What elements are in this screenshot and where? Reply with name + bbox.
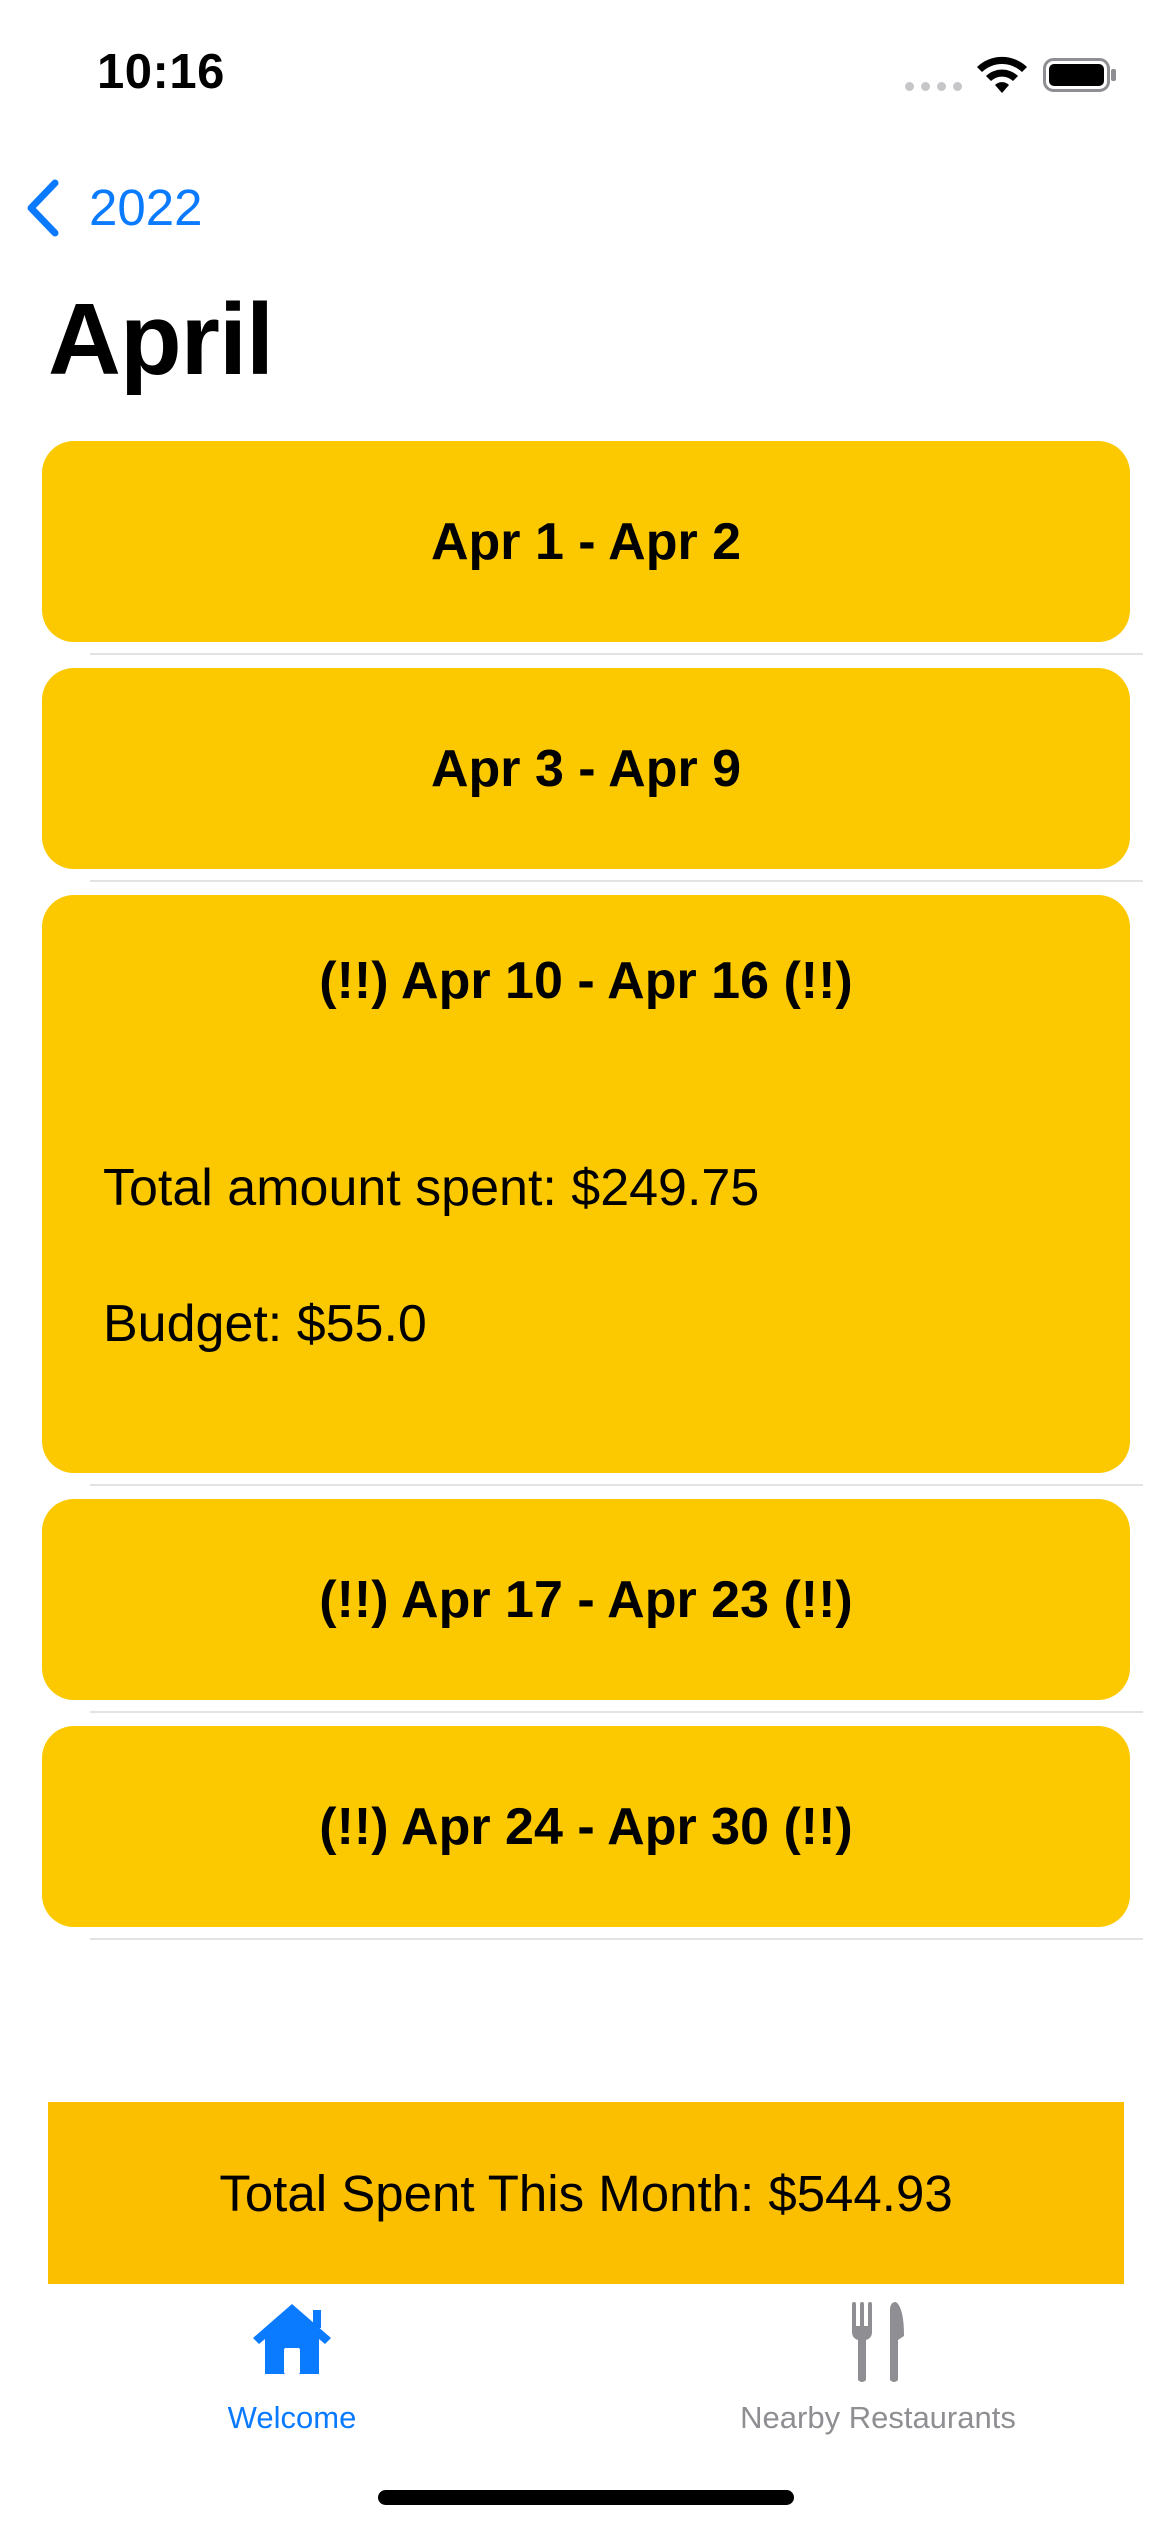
week-card[interactable]: (!!) Apr 24 - Apr 30 (!!): [42, 1726, 1130, 1927]
tab-bar: Welcome Nearby Restaurants: [0, 2284, 1170, 2444]
tab-welcome[interactable]: Welcome: [82, 2284, 502, 2444]
list-item: (!!) Apr 10 - Apr 16 (!!) Total amount s…: [0, 895, 1170, 1499]
week-title: (!!) Apr 10 - Apr 16 (!!): [319, 952, 853, 1010]
fork-knife-icon: [852, 2302, 904, 2382]
tab-label: Welcome: [227, 2400, 357, 2435]
monthly-total-label: Total Spent This Month: $544.93: [219, 2164, 953, 2222]
divider: [90, 1484, 1143, 1486]
week-title: (!!) Apr 17 - Apr 23 (!!): [319, 1570, 853, 1629]
list-item: (!!) Apr 17 - Apr 23 (!!): [0, 1499, 1170, 1726]
cellular-signal-icon: [905, 82, 962, 91]
back-label: 2022: [89, 179, 203, 236]
list-item: Apr 3 - Apr 9: [0, 668, 1170, 895]
house-icon: [253, 2304, 331, 2374]
back-button[interactable]: 2022: [25, 175, 202, 240]
week-card[interactable]: Apr 3 - Apr 9: [42, 668, 1130, 869]
week-card[interactable]: (!!) Apr 17 - Apr 23 (!!): [42, 1499, 1130, 1700]
budget-text: Budget: $55.0: [103, 1295, 427, 1353]
chevron-left-icon: [27, 179, 59, 236]
page-title: April: [48, 284, 274, 396]
week-title: (!!) Apr 24 - Apr 30 (!!): [319, 1797, 853, 1856]
week-title: Apr 1 - Apr 2: [430, 512, 742, 571]
wifi-icon: [977, 56, 1027, 93]
list-item: (!!) Apr 24 - Apr 30 (!!): [0, 1726, 1170, 1953]
tab-nearby-restaurants[interactable]: Nearby Restaurants: [668, 2284, 1088, 2444]
week-card-expanded[interactable]: (!!) Apr 10 - Apr 16 (!!) Total amount s…: [42, 895, 1130, 1473]
list-item: Apr 1 - Apr 2: [0, 441, 1170, 668]
monthly-total-bar: Total Spent This Month: $544.93: [48, 2102, 1124, 2284]
divider: [90, 1711, 1143, 1713]
battery-icon: [1043, 58, 1116, 92]
divider: [90, 653, 1143, 655]
week-card[interactable]: Apr 1 - Apr 2: [42, 441, 1130, 642]
total-spent-text: Total amount spent: $249.75: [103, 1159, 760, 1217]
divider: [90, 880, 1143, 882]
week-title: Apr 3 - Apr 9: [430, 739, 742, 798]
status-time: 10:16: [97, 45, 225, 99]
home-indicator[interactable]: [378, 2490, 794, 2505]
tab-label: Nearby Restaurants: [740, 2400, 1016, 2435]
divider: [90, 1938, 1143, 1940]
screen: 10:16 2022 April Apr 1 - Apr 2 Apr 3 - A…: [0, 0, 1170, 2532]
week-list: Apr 1 - Apr 2 Apr 3 - Apr 9 (!!) Apr 10 …: [0, 441, 1170, 1953]
